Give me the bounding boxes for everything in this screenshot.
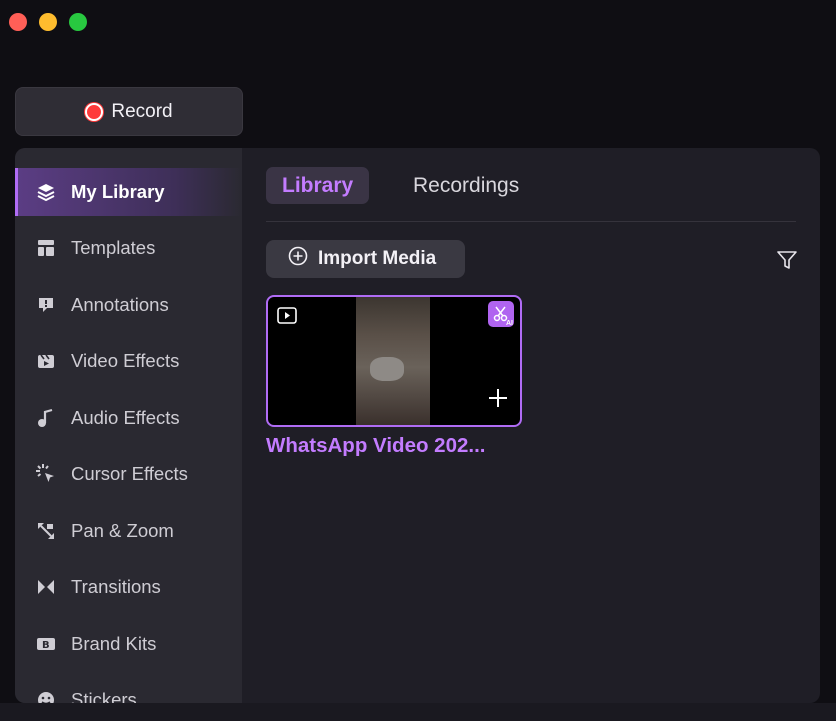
sidebar-item-label: Audio Effects (71, 407, 180, 428)
library-main: Library Recordings Import Media AI Whats… (242, 148, 820, 703)
video-icon (277, 307, 297, 329)
sidebar-item-label: Video Effects (71, 350, 180, 371)
svg-text:B: B (42, 640, 50, 651)
sidebar-item-audio-effects[interactable]: Audio Effects (15, 394, 242, 442)
minimize-window-button[interactable] (39, 13, 57, 31)
template-icon (35, 237, 57, 259)
import-media-button[interactable]: Import Media (266, 240, 465, 278)
media-item-card[interactable]: AI (266, 295, 522, 427)
ai-badge-text: AI (506, 320, 513, 327)
zoom-window-button[interactable] (69, 13, 87, 31)
cursor-icon (35, 463, 57, 485)
library-panel: My Library Templates Annotations Video E… (15, 148, 820, 703)
transition-icon (35, 576, 57, 598)
tab-divider (266, 221, 796, 222)
filter-icon[interactable] (776, 249, 798, 276)
sidebar-item-templates[interactable]: Templates (15, 224, 242, 272)
sidebar-item-cursor-effects[interactable]: Cursor Effects (15, 450, 242, 498)
window-controls (9, 13, 87, 31)
music-note-icon (35, 407, 57, 429)
tab-library[interactable]: Library (266, 167, 370, 204)
video-effects-icon (35, 350, 57, 372)
sidebar: My Library Templates Annotations Video E… (15, 148, 242, 703)
add-to-timeline-icon[interactable] (488, 388, 508, 413)
record-button[interactable]: Record (15, 87, 243, 136)
sidebar-item-label: Transitions (71, 576, 161, 597)
close-window-button[interactable] (9, 13, 27, 31)
video-thumbnail (356, 297, 430, 425)
sidebar-item-label: Pan & Zoom (71, 520, 174, 541)
sidebar-item-annotations[interactable]: Annotations (15, 281, 242, 329)
sidebar-item-transitions[interactable]: Transitions (15, 563, 242, 611)
sidebar-item-label: Stickers (71, 689, 137, 703)
sidebar-item-label: Annotations (71, 294, 169, 315)
media-item-title[interactable]: WhatsApp Video 202... (266, 434, 485, 458)
annotation-icon (35, 294, 57, 316)
pan-zoom-icon (35, 520, 57, 542)
plus-circle-icon (288, 246, 308, 272)
sidebar-item-pan-zoom[interactable]: Pan & Zoom (15, 507, 242, 555)
tab-recordings[interactable]: Recordings (397, 167, 535, 204)
record-icon (85, 102, 104, 121)
sidebar-item-label: Brand Kits (71, 633, 157, 654)
sidebar-item-label: Templates (71, 237, 156, 258)
sidebar-item-label: Cursor Effects (71, 463, 188, 484)
ai-scissors-icon[interactable]: AI (488, 301, 514, 327)
sidebar-item-label: My Library (71, 181, 165, 202)
brand-kit-icon: B (35, 633, 57, 655)
sidebar-item-my-library[interactable]: My Library (15, 168, 242, 216)
import-media-label: Import Media (318, 248, 437, 269)
bottom-strip (0, 703, 836, 721)
sidebar-item-brand-kits[interactable]: B Brand Kits (15, 620, 242, 668)
sticker-icon (35, 689, 57, 703)
sidebar-item-video-effects[interactable]: Video Effects (15, 337, 242, 385)
sidebar-item-stickers[interactable]: Stickers (15, 676, 242, 703)
record-label: Record (111, 100, 173, 122)
layers-icon (35, 181, 57, 203)
